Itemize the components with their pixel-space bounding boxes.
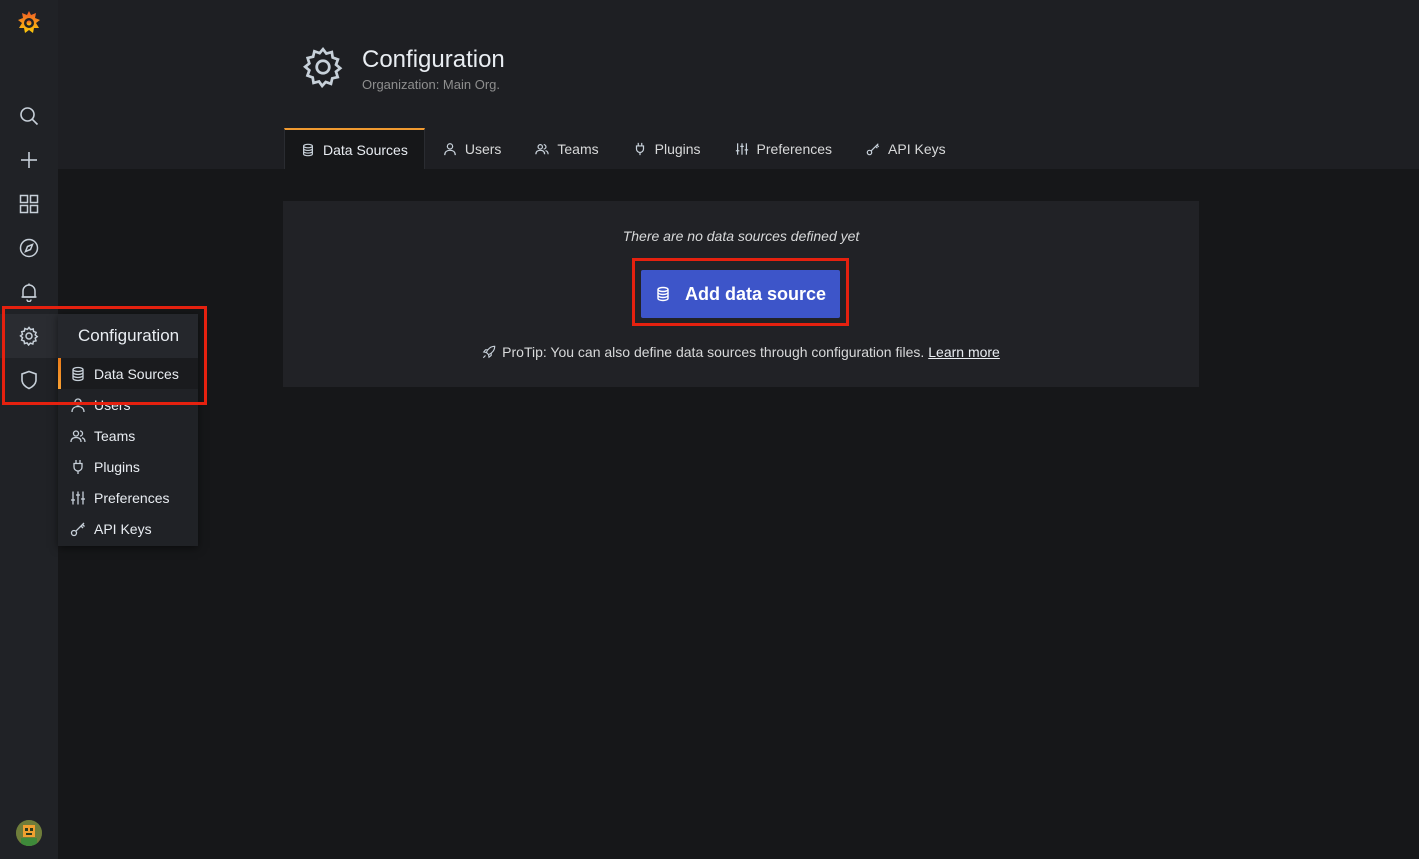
empty-state-message: There are no data sources defined yet [622,228,860,244]
key-icon [866,142,880,156]
explore-icon[interactable] [14,233,44,263]
page-subtitle: Organization: Main Org. [362,77,501,92]
tab-preferences[interactable]: Preferences [719,128,848,169]
tab-users[interactable]: Users [427,128,518,169]
tab-label: Teams [557,140,599,157]
tab-label: Preferences [756,140,833,157]
tab-label: API Keys [888,140,946,157]
tab-api-keys[interactable]: API Keys [850,128,962,169]
database-icon [655,286,671,302]
flyout-item-users[interactable]: Users [58,389,198,420]
flyout-item-label: Teams [94,427,136,444]
plug-icon [633,142,647,156]
page-header: Configuration Organization: Main Org. Da… [58,0,1419,169]
flyout-item-data-sources[interactable]: Data Sources [58,358,198,389]
tab-teams[interactable]: Teams [519,128,614,169]
add-data-source-label: Add data source [684,283,827,304]
database-icon [70,366,86,382]
flyout-item-label: Users [94,396,131,413]
gear-icon[interactable] [0,314,58,358]
protip: ProTip: You can also define data sources… [283,344,1199,360]
dashboards-icon[interactable] [14,189,44,219]
learn-more-link[interactable]: Learn more [928,344,1000,360]
grafana-logo-icon[interactable] [15,9,43,37]
sliders-icon [735,142,749,156]
flyout-item-label: Data Sources [94,365,179,382]
flyout-item-label: API Keys [94,520,152,537]
user-icon [70,397,86,413]
protip-text: ProTip: You can also define data sources… [502,344,925,360]
bell-icon[interactable] [14,277,44,307]
users-icon [70,428,86,444]
sidebar [0,0,58,859]
flyout-item-label: Preferences [94,489,170,506]
flyout-item-teams[interactable]: Teams [58,420,198,451]
user-icon [443,142,457,156]
database-icon [301,143,315,157]
config-tabs: Data Sources Users Teams Plugins Prefere… [284,128,964,169]
shield-icon[interactable] [14,365,44,395]
avatar[interactable] [16,820,42,846]
flyout-item-preferences[interactable]: Preferences [58,482,198,513]
tab-label: Users [464,140,502,157]
tab-plugins[interactable]: Plugins [617,128,717,169]
empty-state-panel: There are no data sources defined yet Ad… [283,201,1199,387]
plus-icon[interactable] [14,145,44,175]
sliders-icon [70,490,86,506]
tab-label: Plugins [654,140,701,157]
flyout-item-plugins[interactable]: Plugins [58,451,198,482]
rocket-icon [482,345,496,359]
gear-icon [302,46,344,88]
tab-label: Data Sources [323,141,408,158]
key-icon [70,521,86,537]
configuration-flyout-menu: Configuration Data Sources Users Teams P… [58,314,198,546]
flyout-item-api-keys[interactable]: API Keys [58,513,198,544]
flyout-item-label: Plugins [94,458,140,475]
add-data-source-button[interactable]: Add data source [641,270,840,318]
search-icon[interactable] [14,101,44,131]
plug-icon [70,459,86,475]
flyout-title[interactable]: Configuration [58,314,198,358]
tab-data-sources[interactable]: Data Sources [284,128,425,169]
page-title: Configuration [362,46,505,73]
users-icon [535,142,550,156]
